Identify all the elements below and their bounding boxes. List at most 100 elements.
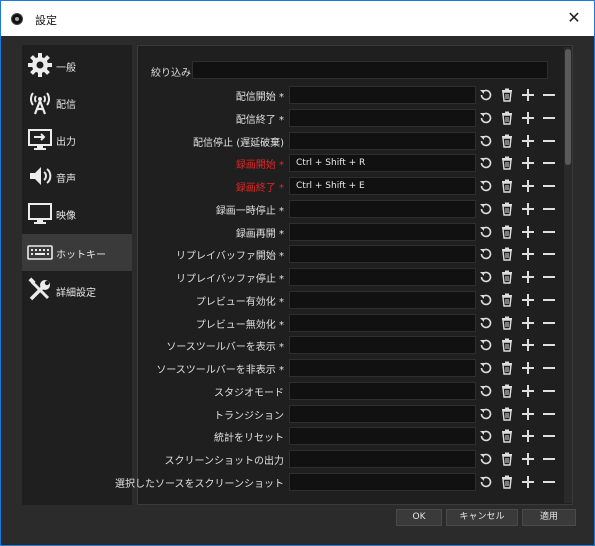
plus-icon[interactable] — [520, 87, 536, 103]
sidebar-item-stream[interactable]: 配信 — [22, 84, 132, 121]
minus-icon[interactable] — [541, 178, 557, 194]
minus-icon[interactable] — [541, 87, 557, 103]
hotkey-input[interactable] — [289, 336, 476, 354]
minus-icon[interactable] — [541, 110, 557, 126]
minus-icon[interactable] — [541, 133, 557, 149]
sidebar-item-advanced[interactable]: 詳細設定 — [22, 272, 132, 309]
plus-icon[interactable] — [520, 224, 536, 240]
minus-icon[interactable] — [541, 269, 557, 285]
reset-icon[interactable] — [478, 360, 494, 376]
trash-icon[interactable] — [499, 383, 515, 399]
reset-icon[interactable] — [478, 406, 494, 422]
minus-icon[interactable] — [541, 360, 557, 376]
hotkey-input[interactable] — [289, 473, 476, 491]
hotkey-input[interactable] — [289, 86, 476, 104]
reset-icon[interactable] — [478, 246, 494, 262]
hotkey-input[interactable] — [289, 109, 476, 127]
minus-icon[interactable] — [541, 292, 557, 308]
hotkey-input[interactable] — [289, 450, 476, 468]
reset-icon[interactable] — [478, 428, 494, 444]
sidebar-item-audio[interactable]: 音声 — [22, 158, 132, 195]
reset-icon[interactable] — [478, 178, 494, 194]
minus-icon[interactable] — [541, 428, 557, 444]
plus-icon[interactable] — [520, 201, 536, 217]
plus-icon[interactable] — [520, 315, 536, 331]
plus-icon[interactable] — [520, 360, 536, 376]
hotkey-input[interactable] — [289, 200, 476, 218]
trash-icon[interactable] — [499, 474, 515, 490]
trash-icon[interactable] — [499, 178, 515, 194]
minus-icon[interactable] — [541, 474, 557, 490]
reset-icon[interactable] — [478, 110, 494, 126]
trash-icon[interactable] — [499, 360, 515, 376]
reset-icon[interactable] — [478, 451, 494, 467]
hotkey-input[interactable]: Ctrl + Shift + R — [289, 154, 476, 172]
scrollbar-thumb[interactable] — [565, 49, 571, 165]
plus-icon[interactable] — [520, 337, 536, 353]
minus-icon[interactable] — [541, 315, 557, 331]
reset-icon[interactable] — [478, 269, 494, 285]
plus-icon[interactable] — [520, 133, 536, 149]
minus-icon[interactable] — [541, 337, 557, 353]
trash-icon[interactable] — [499, 110, 515, 126]
plus-icon[interactable] — [520, 428, 536, 444]
trash-icon[interactable] — [499, 428, 515, 444]
plus-icon[interactable] — [520, 451, 536, 467]
reset-icon[interactable] — [478, 337, 494, 353]
minus-icon[interactable] — [541, 224, 557, 240]
sidebar-item-hotkeys[interactable]: ホットキー — [22, 234, 132, 271]
plus-icon[interactable] — [520, 269, 536, 285]
reset-icon[interactable] — [478, 133, 494, 149]
hotkey-input[interactable] — [289, 405, 476, 423]
hotkey-input[interactable] — [289, 245, 476, 263]
cancel-button[interactable]: キャンセル — [446, 509, 518, 526]
reset-icon[interactable] — [478, 474, 494, 490]
filter-input[interactable] — [192, 61, 548, 79]
sidebar-item-general[interactable]: 一般 — [22, 47, 132, 84]
apply-button[interactable]: 適用 — [522, 509, 576, 526]
hotkey-input[interactable] — [289, 132, 476, 150]
trash-icon[interactable] — [499, 87, 515, 103]
minus-icon[interactable] — [541, 406, 557, 422]
reset-icon[interactable] — [478, 87, 494, 103]
plus-icon[interactable] — [520, 155, 536, 171]
plus-icon[interactable] — [520, 246, 536, 262]
trash-icon[interactable] — [499, 269, 515, 285]
hotkey-input[interactable] — [289, 291, 476, 309]
reset-icon[interactable] — [478, 201, 494, 217]
sidebar-item-video[interactable]: 映像 — [22, 195, 132, 232]
hotkey-input[interactable] — [289, 268, 476, 286]
trash-icon[interactable] — [499, 451, 515, 467]
hotkey-input[interactable] — [289, 223, 476, 241]
hotkey-input[interactable] — [289, 314, 476, 332]
reset-icon[interactable] — [478, 155, 494, 171]
plus-icon[interactable] — [520, 383, 536, 399]
plus-icon[interactable] — [520, 292, 536, 308]
hotkey-input[interactable] — [289, 382, 476, 400]
trash-icon[interactable] — [499, 201, 515, 217]
close-icon[interactable]: ✕ — [564, 8, 584, 28]
hotkey-input[interactable] — [289, 359, 476, 377]
minus-icon[interactable] — [541, 155, 557, 171]
minus-icon[interactable] — [541, 451, 557, 467]
trash-icon[interactable] — [499, 315, 515, 331]
plus-icon[interactable] — [520, 406, 536, 422]
trash-icon[interactable] — [499, 292, 515, 308]
minus-icon[interactable] — [541, 201, 557, 217]
ok-button[interactable]: OK — [396, 509, 442, 526]
plus-icon[interactable] — [520, 110, 536, 126]
reset-icon[interactable] — [478, 383, 494, 399]
hotkey-input[interactable]: Ctrl + Shift + E — [289, 177, 476, 195]
trash-icon[interactable] — [499, 133, 515, 149]
vertical-scrollbar[interactable] — [564, 47, 572, 503]
minus-icon[interactable] — [541, 246, 557, 262]
sidebar-item-output[interactable]: 出力 — [22, 121, 132, 158]
trash-icon[interactable] — [499, 246, 515, 262]
trash-icon[interactable] — [499, 406, 515, 422]
trash-icon[interactable] — [499, 224, 515, 240]
reset-icon[interactable] — [478, 224, 494, 240]
plus-icon[interactable] — [520, 474, 536, 490]
trash-icon[interactable] — [499, 337, 515, 353]
minus-icon[interactable] — [541, 383, 557, 399]
reset-icon[interactable] — [478, 315, 494, 331]
